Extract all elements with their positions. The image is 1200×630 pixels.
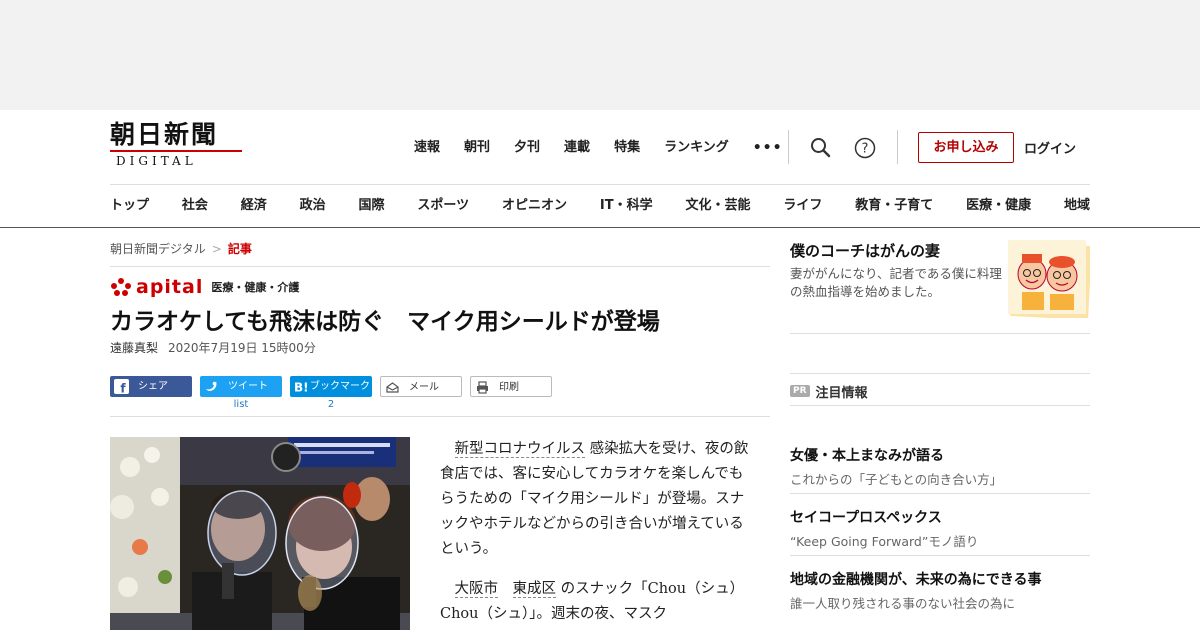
top-nav: 速報 朝刊 夕刊 連載 特集 ランキング ••• — [414, 137, 807, 159]
divider — [790, 493, 1090, 494]
divider — [790, 405, 1090, 406]
svg-text:?: ? — [862, 142, 869, 157]
breadcrumb-separator: > — [211, 242, 222, 256]
cat-education[interactable]: 教育・子育て — [855, 194, 933, 213]
cat-culture[interactable]: 文化・芸能 — [685, 194, 750, 213]
twitter-share-button[interactable]: ツイート — [200, 376, 282, 397]
logo-rule — [110, 150, 242, 152]
hatena-label: ブックマーク — [310, 381, 370, 392]
author-name: 遠藤真梨 — [110, 341, 159, 355]
category-nav: トップ 社会 経済 政治 国際 スポーツ オピニオン IT・科学 文化・芸能 ラ… — [110, 194, 1090, 213]
hatena-bookmark-button[interactable]: B! ブックマーク — [290, 376, 372, 397]
article-paragraph: 新型コロナウイルス 感染拡大を受け、夜の飲食店では、客に安心してカラオケを楽しん… — [440, 437, 750, 562]
publish-date: 2020年7月19日 15時00分 — [168, 341, 316, 355]
search-icon[interactable] — [809, 136, 833, 160]
nav-rule — [110, 184, 1090, 185]
paragraph-text — [498, 581, 513, 597]
facebook-share-button[interactable]: f シェア — [110, 376, 192, 397]
top-nav-ranking[interactable]: ランキング — [664, 137, 729, 159]
top-nav-choukan[interactable]: 朝刊 — [464, 137, 490, 159]
cat-international[interactable]: 国際 — [359, 194, 385, 213]
cat-economy[interactable]: 経済 — [241, 194, 267, 213]
print-label: 印刷 — [499, 382, 519, 393]
sidebar-item-title: 地域の金融機関が、未来の為にできる事 — [790, 572, 1042, 588]
cat-society[interactable]: 社会 — [182, 194, 208, 213]
divider — [790, 373, 1090, 374]
keyword-link[interactable]: 東成区 — [512, 581, 556, 598]
top-nav-sokuho[interactable]: 速報 — [414, 137, 440, 159]
paragraph-text: 感染拡大を受け、夜の飲食店では、客に安心してカラオケを楽しんでもらうための「マイ… — [440, 441, 749, 557]
top-nav-rensai[interactable]: 連載 — [564, 137, 590, 159]
mail-label: メール — [409, 382, 439, 393]
site-logo[interactable]: 朝日新聞 DIGITAL — [110, 120, 245, 170]
apital-flower-icon — [111, 278, 131, 296]
cat-opinion[interactable]: オピニオン — [502, 194, 567, 213]
sidebar-item-title: 女優・本上まなみが語る — [790, 448, 944, 464]
featured-header: PR 注目情報 — [790, 381, 868, 401]
breadcrumb-home[interactable]: 朝日新聞デジタル — [110, 242, 206, 256]
more-menu-icon[interactable]: ••• — [753, 137, 783, 159]
cat-it-science[interactable]: IT・科学 — [600, 194, 653, 213]
subscribe-button[interactable]: お申し込み — [918, 132, 1014, 163]
apital-logo: apital — [136, 276, 204, 298]
sidebar-item-title: セイコープロスペックス — [790, 510, 942, 526]
facebook-share-label: シェア — [138, 381, 168, 392]
promo-block[interactable]: 僕のコーチはがんの妻 妻ががんになり、記者である僕に料理の熱血指導を始めました。 — [790, 240, 1092, 334]
keyword-link[interactable]: 新型コロナウイルス — [454, 441, 585, 458]
promo-description: 妻ががんになり、記者である僕に料理の熱血指導を始めました。 — [790, 266, 1002, 299]
site-header: 朝日新聞 DIGITAL 速報 朝刊 夕刊 連載 特集 ランキング ••• ? … — [0, 110, 1200, 228]
help-icon[interactable]: ? — [853, 136, 877, 160]
top-nav-yuukan[interactable]: 夕刊 — [514, 137, 540, 159]
svg-text:B!: B! — [294, 381, 309, 395]
print-icon — [475, 380, 490, 395]
cat-life[interactable]: ライフ — [783, 194, 822, 213]
sidebar-item-desc: 誰一人取り残される事のない社会の為に — [790, 596, 1016, 611]
promo-illustration — [1008, 240, 1092, 320]
nav-divider — [897, 130, 898, 164]
article-main: 朝日新聞デジタル > 記事 apital 医療・健康・介護 カラオケしても飛沫は防ぐ… — [110, 240, 770, 630]
facebook-icon: f — [114, 379, 129, 396]
sidebar: 僕のコーチはがんの妻 妻ががんになり、記者である僕に料理の熱血指導を始めました。… — [790, 240, 1092, 611]
sidebar-item-desc: これからの「子どもとの向き合い方」 — [790, 472, 1003, 487]
login-link[interactable]: ログイン — [1024, 138, 1076, 157]
divider — [110, 266, 770, 267]
article-paragraph: 大阪市 東成区 のスナック「Chou（シュ） Chou（シュ）」。週末の夜、マス… — [440, 577, 751, 627]
cat-politics[interactable]: 政治 — [300, 194, 326, 213]
keyword-link[interactable]: 大阪市 — [454, 581, 498, 598]
pr-badge: PR — [790, 385, 810, 397]
cat-health[interactable]: 医療・健康 — [966, 194, 1031, 213]
sidebar-item[interactable]: 地域の金融機関が、未来の為にできる事 誰一人取り残される事のない社会の為に — [790, 569, 1090, 612]
divider — [790, 555, 1090, 556]
breadcrumb-current: 記事 — [227, 242, 252, 256]
divider — [110, 416, 770, 417]
article-body: 新型コロナウイルス 感染拡大を受け、夜の飲食店では、客に安心してカラオケを楽しん… — [440, 437, 751, 630]
nav-divider — [788, 130, 789, 164]
section-label[interactable]: apital 医療・健康・介護 — [110, 277, 770, 297]
twitter-share-label: ツイート — [228, 381, 268, 392]
top-nav-tokushu[interactable]: 特集 — [614, 137, 640, 159]
logo-jp: 朝日新聞 — [110, 120, 219, 149]
mail-icon — [385, 380, 400, 395]
hatena-icon: B! — [294, 379, 309, 395]
hatena-count[interactable]: 2 — [290, 399, 372, 410]
twitter-icon — [204, 379, 219, 394]
svg-text:f: f — [120, 382, 126, 395]
mail-share-button[interactable]: メール — [380, 376, 462, 397]
sidebar-item[interactable]: 女優・本上まなみが語る これからの「子どもとの向き合い方」 — [790, 445, 1090, 488]
section-tag: 医療・健康・介護 — [211, 281, 300, 294]
ad-banner-area — [0, 0, 1200, 110]
article-photo[interactable] — [110, 437, 410, 630]
article-headline: カラオケしても飛沫は防ぐ マイク用シールドが登場 — [110, 309, 660, 335]
featured-label: 注目情報 — [815, 385, 868, 401]
print-button[interactable]: 印刷 — [470, 376, 552, 397]
cat-sports[interactable]: スポーツ — [417, 194, 469, 213]
sidebar-item[interactable]: セイコープロスペックス “Keep Going Forward”モノ語り — [790, 507, 1090, 550]
byline: 遠藤真梨 2020年7月19日 15時00分 — [110, 339, 770, 356]
cat-top[interactable]: トップ — [110, 194, 149, 213]
breadcrumb: 朝日新聞デジタル > 記事 — [110, 240, 770, 258]
sidebar-item-desc: “Keep Going Forward”モノ語り — [790, 534, 979, 549]
cat-local[interactable]: 地域 — [1064, 194, 1090, 213]
logo-en: DIGITAL — [116, 154, 197, 168]
twitter-count[interactable]: list — [200, 399, 282, 410]
